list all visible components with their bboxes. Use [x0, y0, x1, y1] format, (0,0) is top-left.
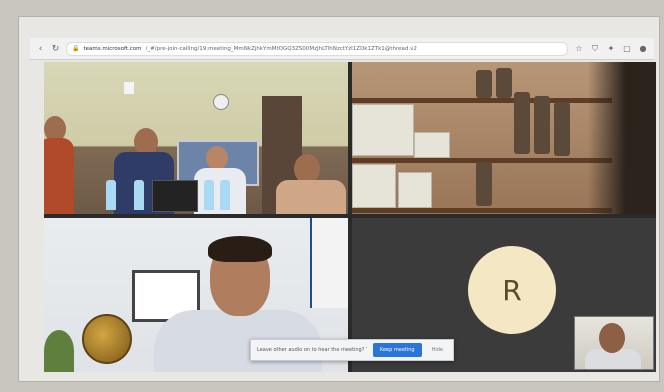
product-jar	[514, 92, 530, 154]
profile-icon[interactable]: ●	[638, 44, 648, 53]
back-icon[interactable]: ‹	[36, 44, 45, 54]
shelf	[352, 98, 612, 103]
wall-switch	[124, 82, 134, 94]
address-bar[interactable]: 🔒 teams.microsoft.com /_#/pre-join-calli…	[66, 41, 568, 56]
tab-icon[interactable]: ▢	[622, 44, 632, 53]
participant-avatar: R	[468, 246, 556, 334]
notification-message: Leave other audio on to hear the meeting…	[257, 347, 367, 353]
video-grid: R	[44, 62, 656, 372]
video-tile-store-shelves[interactable]	[352, 62, 656, 214]
globe-icon	[82, 314, 132, 364]
shield-icon[interactable]: ⛉	[590, 44, 600, 54]
water-bottle	[220, 180, 230, 210]
product-jar	[554, 102, 570, 156]
reload-icon[interactable]: ↻	[51, 44, 60, 54]
url-path: /_#/pre-join-calling/19:meeting_MmNkZjhk…	[145, 45, 417, 52]
water-bottle	[134, 180, 144, 210]
lock-icon: 🔒	[72, 45, 80, 52]
water-bottle	[204, 180, 214, 210]
video-tile-conference-room[interactable]	[44, 62, 348, 214]
browser-toolbar: ‹ ↻ 🔒 teams.microsoft.com /_#/pre-join-c…	[30, 38, 654, 60]
bookmark-star-icon[interactable]: ☆	[574, 44, 584, 53]
audio-notification: Leave other audio on to hear the meeting…	[250, 339, 454, 361]
product-box	[398, 172, 432, 208]
plant	[44, 330, 74, 372]
product-jar	[496, 68, 512, 98]
product-jar	[534, 96, 550, 154]
extension-icon[interactable]: ✦	[606, 44, 616, 53]
product-box	[414, 132, 450, 158]
person-shadow	[588, 62, 656, 214]
product-jar	[476, 162, 492, 206]
product-box	[352, 104, 414, 156]
product-jar	[476, 70, 492, 98]
laptop	[152, 180, 198, 212]
self-view-video[interactable]	[574, 316, 654, 370]
keep-meeting-button[interactable]: Keep meeting	[372, 343, 422, 357]
water-bottle	[106, 180, 116, 210]
hide-button[interactable]: Hide	[428, 343, 447, 357]
url-domain: teams.microsoft.com	[83, 45, 142, 52]
product-box	[352, 164, 396, 208]
shelf	[352, 208, 612, 213]
wall-clock	[213, 94, 229, 110]
wall-poster	[310, 218, 348, 308]
